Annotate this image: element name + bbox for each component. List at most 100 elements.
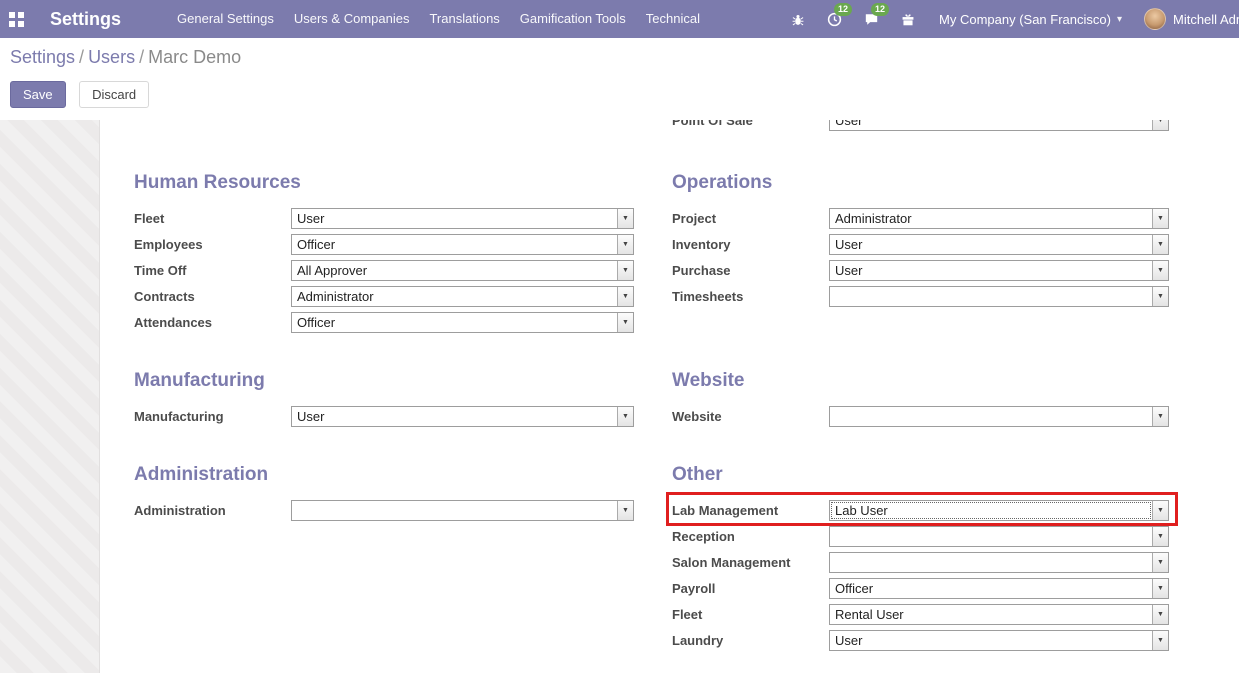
select-payroll[interactable]: Officer▼ bbox=[829, 578, 1169, 599]
menu-item-users-companies[interactable]: Users & Companies bbox=[284, 0, 420, 38]
field-label-payroll: Payroll bbox=[672, 581, 829, 596]
select-value: User bbox=[830, 261, 1152, 280]
chevron-down-icon[interactable]: ▼ bbox=[1152, 605, 1168, 624]
field-row-salon-management: Salon Management ▼ bbox=[672, 552, 1169, 573]
select-value: Administrator bbox=[830, 209, 1152, 228]
select-attendances[interactable]: Officer▼ bbox=[291, 312, 634, 333]
select-project[interactable]: Administrator▼ bbox=[829, 208, 1169, 229]
save-button[interactable]: Save bbox=[10, 81, 66, 108]
rewards-menu[interactable] bbox=[890, 0, 926, 38]
select-employees[interactable]: Officer▼ bbox=[291, 234, 634, 255]
select-value: Rental User bbox=[830, 605, 1152, 624]
select-manufacturing[interactable]: User▼ bbox=[291, 406, 634, 427]
field-label-contracts: Contracts bbox=[134, 289, 291, 304]
select-purchase[interactable]: User▼ bbox=[829, 260, 1169, 281]
sheet-left-margin bbox=[0, 120, 100, 673]
chevron-down-icon[interactable]: ▼ bbox=[1152, 579, 1168, 598]
chevron-down-icon[interactable]: ▼ bbox=[1152, 631, 1168, 650]
apps-square bbox=[9, 21, 15, 27]
chevron-down-icon[interactable]: ▼ bbox=[1152, 553, 1168, 572]
select-value: All Approver bbox=[292, 261, 617, 280]
chevron-down-icon[interactable]: ▼ bbox=[1152, 209, 1168, 228]
chevron-down-icon[interactable]: ▼ bbox=[617, 287, 633, 306]
apps-square bbox=[18, 21, 24, 27]
select-value bbox=[830, 527, 1152, 546]
apps-square bbox=[18, 12, 24, 18]
messages-menu[interactable]: 12 bbox=[853, 0, 890, 38]
activity-badge: 12 bbox=[834, 3, 852, 16]
select-time-off[interactable]: All Approver▼ bbox=[291, 260, 634, 281]
field-label-fleet: Fleet bbox=[672, 607, 829, 622]
apps-square bbox=[9, 12, 15, 18]
field-row-reception: Reception▼ bbox=[672, 526, 1169, 547]
select-value: User bbox=[830, 120, 1152, 130]
field-label-point-of-sale: Point Of Sale bbox=[672, 120, 829, 128]
chevron-down-icon[interactable]: ▼ bbox=[1152, 120, 1168, 130]
select-inventory[interactable]: User▼ bbox=[829, 234, 1169, 255]
select-value: Lab User bbox=[830, 501, 1152, 520]
systray: 12 12 My Company (San Francisco) ▾ Mitch… bbox=[780, 0, 1239, 38]
chevron-down-icon[interactable]: ▼ bbox=[1152, 527, 1168, 546]
select-value: User bbox=[830, 631, 1152, 650]
chevron-down-icon[interactable]: ▼ bbox=[617, 407, 633, 426]
field-row-laundry: LaundryUser▼ bbox=[672, 630, 1169, 651]
breadcrumb-separator: / bbox=[79, 47, 84, 67]
control-panel: Settings/Users/Marc Demo Save Discard bbox=[0, 38, 1239, 120]
select-contracts[interactable]: Administrator▼ bbox=[291, 286, 634, 307]
control-panel-buttons: Save Discard bbox=[10, 81, 1223, 108]
chevron-down-icon[interactable]: ▼ bbox=[617, 501, 633, 520]
chevron-down-icon[interactable]: ▼ bbox=[1152, 287, 1168, 306]
field-label-lab-management: Lab Management bbox=[672, 503, 829, 518]
chevron-down-icon[interactable]: ▼ bbox=[617, 313, 633, 332]
field-row-administration: Administration ▼ bbox=[134, 500, 634, 521]
select-administration[interactable]: ▼ bbox=[291, 500, 634, 521]
select-salon-management[interactable]: ▼ bbox=[829, 552, 1169, 573]
chevron-down-icon[interactable]: ▼ bbox=[617, 235, 633, 254]
field-label-project: Project bbox=[672, 211, 829, 226]
select-value: User bbox=[292, 209, 617, 228]
breadcrumb-link-settings[interactable]: Settings bbox=[10, 47, 75, 67]
select-fleet[interactable]: User▼ bbox=[291, 208, 634, 229]
menu-item-general-settings[interactable]: General Settings bbox=[167, 0, 284, 38]
section-title-administration: Administration bbox=[134, 464, 634, 486]
select-reception[interactable]: ▼ bbox=[829, 526, 1169, 547]
select-point-of-sale[interactable]: User▼ bbox=[829, 120, 1169, 131]
field-label-time-off: Time Off bbox=[134, 263, 291, 278]
company-menu[interactable]: My Company (San Francisco) ▾ bbox=[926, 12, 1135, 27]
select-timesheets[interactable]: ▼ bbox=[829, 286, 1169, 307]
field-label-administration: Administration bbox=[134, 503, 291, 518]
menu-item-technical[interactable]: Technical bbox=[636, 0, 710, 38]
chevron-down-icon[interactable]: ▼ bbox=[1152, 501, 1168, 520]
select-website[interactable]: ▼ bbox=[829, 406, 1169, 427]
user-menu[interactable]: Mitchell Admin bbox=[1135, 8, 1239, 30]
field-label-employees: Employees bbox=[134, 237, 291, 252]
field-row-attendances: AttendancesOfficer▼ bbox=[134, 312, 634, 333]
chevron-down-icon[interactable]: ▼ bbox=[1152, 235, 1168, 254]
field-row-point-of-sale: Point Of SaleUser▼ bbox=[672, 120, 1169, 131]
debug-bug-icon[interactable] bbox=[780, 0, 816, 38]
chevron-down-icon[interactable]: ▼ bbox=[617, 209, 633, 228]
select-laundry[interactable]: User▼ bbox=[829, 630, 1169, 651]
field-row-manufacturing: ManufacturingUser▼ bbox=[134, 406, 634, 427]
field-row-inventory: InventoryUser▼ bbox=[672, 234, 1169, 255]
caret-down-icon: ▾ bbox=[1117, 14, 1122, 25]
section-other: OtherLab ManagementLab User▼Reception▼Sa… bbox=[672, 464, 1169, 656]
field-row-project: ProjectAdministrator▼ bbox=[672, 208, 1169, 229]
select-value: User bbox=[830, 235, 1152, 254]
field-label-salon-management: Salon Management bbox=[672, 555, 829, 570]
select-lab-management[interactable]: Lab User▼ bbox=[829, 500, 1169, 521]
chevron-down-icon[interactable]: ▼ bbox=[617, 261, 633, 280]
activities-menu[interactable]: 12 bbox=[816, 0, 853, 38]
menu-item-gamification-tools[interactable]: Gamification Tools bbox=[510, 0, 636, 38]
company-name: My Company (San Francisco) bbox=[939, 12, 1111, 27]
menu-item-translations[interactable]: Translations bbox=[419, 0, 509, 38]
chevron-down-icon[interactable]: ▼ bbox=[1152, 407, 1168, 426]
avatar bbox=[1144, 8, 1166, 30]
app-title[interactable]: Settings bbox=[50, 9, 121, 30]
select-fleet[interactable]: Rental User▼ bbox=[829, 604, 1169, 625]
discard-button[interactable]: Discard bbox=[79, 81, 149, 108]
apps-menu-icon[interactable] bbox=[9, 12, 24, 27]
chevron-down-icon[interactable]: ▼ bbox=[1152, 261, 1168, 280]
breadcrumb-link-users[interactable]: Users bbox=[88, 47, 135, 67]
field-label-inventory: Inventory bbox=[672, 237, 829, 252]
